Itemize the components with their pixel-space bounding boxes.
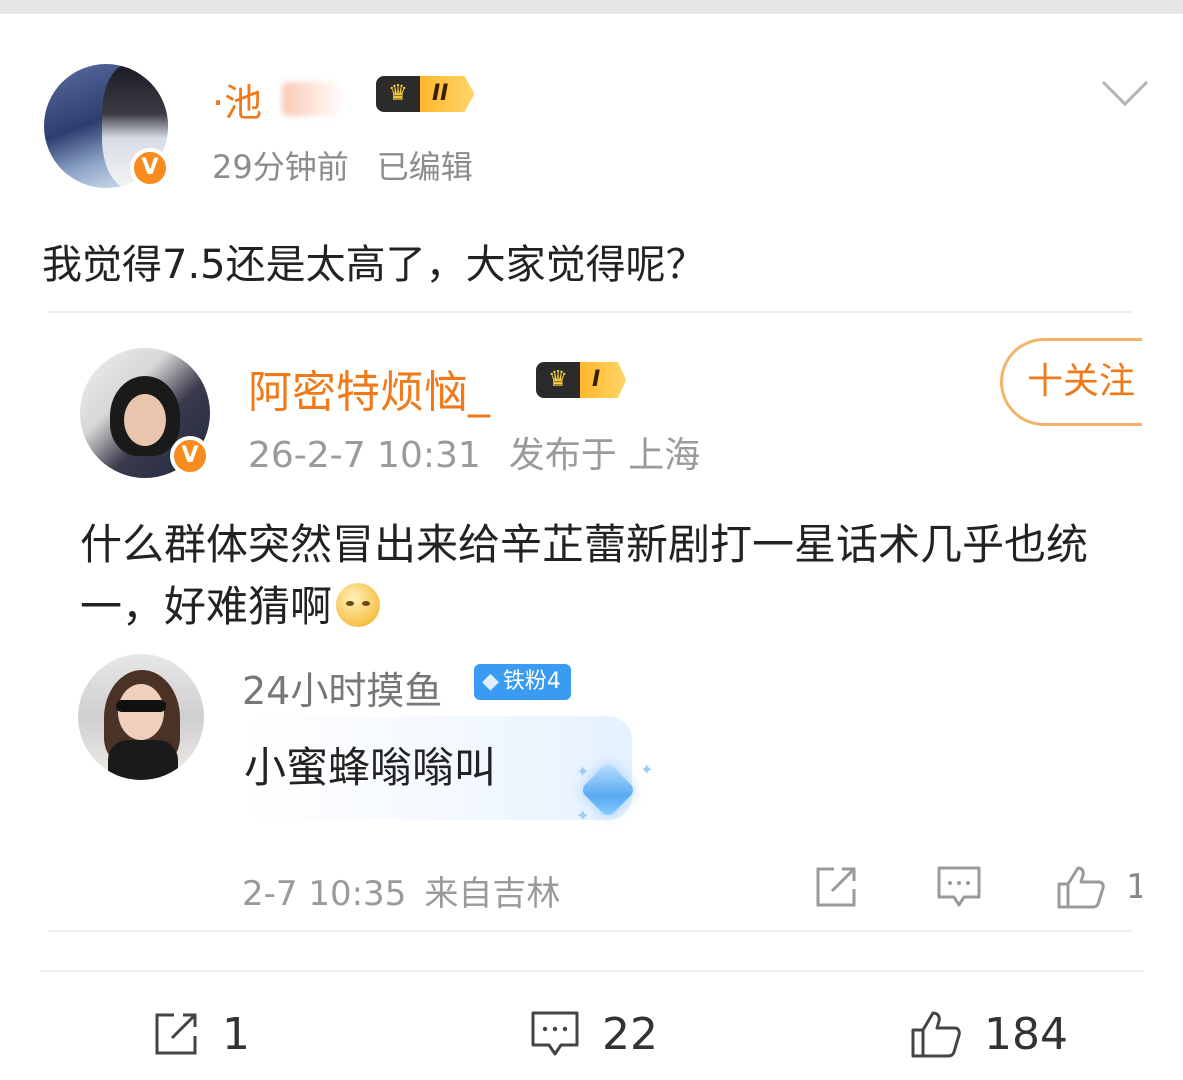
top-status-strip xyxy=(0,0,1183,14)
like-icon xyxy=(1057,866,1105,909)
sparkle-icon: ✦ xyxy=(576,806,590,825)
divider xyxy=(48,930,1132,932)
comment-button[interactable]: 22 xyxy=(530,1006,658,1062)
reply-author-name[interactable]: 24小时摸鱼 xyxy=(242,660,442,715)
embedded-level-badge[interactable]: ♛ I xyxy=(536,362,627,398)
sparkle-icon: ✦ xyxy=(640,760,654,779)
post-meta: 29分钟前 已编辑 xyxy=(212,142,473,188)
comment-count: 22 xyxy=(602,1008,658,1060)
repost-icon xyxy=(155,1013,197,1055)
embedded-post-text: 什么群体突然冒出来给辛芷蕾新剧打一星话术几乎也统一，好难猜啊 xyxy=(80,520,1089,631)
fan-level-badge: ◆ 铁粉4 xyxy=(474,664,571,700)
reply-time: 2-7 10:35 xyxy=(242,874,407,914)
repost-button[interactable]: 1 xyxy=(152,1006,250,1062)
divider xyxy=(48,311,1132,313)
diamond-icon: ◆ xyxy=(482,669,499,694)
embedded-location: 发布于 上海 xyxy=(508,435,701,476)
comment-icon xyxy=(937,866,981,907)
emoji-icon xyxy=(336,583,381,627)
member-level-badge[interactable]: ♛ II xyxy=(376,76,475,112)
reply-text: 小蜜蜂嗡嗡叫 xyxy=(244,743,497,792)
sparkle-icon: ✦ xyxy=(576,762,590,781)
post-time: 29分钟前 xyxy=(212,148,349,186)
screenshot-crop-edge xyxy=(1142,300,1183,940)
name-redaction-blur xyxy=(282,82,344,116)
author-name[interactable]: ·池 xyxy=(212,72,262,127)
crown-icon: ♛ xyxy=(376,76,420,112)
chevron-down-icon[interactable] xyxy=(1100,78,1150,108)
reply-meta: 2-7 10:35 来自吉林 xyxy=(242,866,560,915)
embedded-author-name[interactable]: 阿密特烦恼_ xyxy=(248,356,490,420)
reply-location: 来自吉林 xyxy=(424,874,561,914)
edited-label[interactable]: 已编辑 xyxy=(377,148,473,186)
post-text: 我觉得7.5还是太高了，大家觉得呢？ xyxy=(42,242,706,288)
divider xyxy=(40,970,1144,972)
reply-repost-button[interactable] xyxy=(814,862,858,912)
reply-like-button[interactable]: 1 xyxy=(1056,862,1148,912)
embedded-date: 26-2-7 10:31 xyxy=(248,435,481,476)
like-icon xyxy=(911,1011,961,1058)
repost-count: 1 xyxy=(222,1008,250,1060)
embedded-meta: 26-2-7 10:31 发布于 上海 xyxy=(248,426,700,478)
comment-icon xyxy=(531,1011,579,1056)
repost-icon xyxy=(816,867,856,907)
like-button[interactable]: 184 xyxy=(910,1006,1068,1062)
verified-badge: V xyxy=(130,148,170,188)
reply-author-avatar[interactable] xyxy=(78,654,204,780)
crown-icon: ♛ xyxy=(536,362,580,398)
embedded-verified-badge: V xyxy=(170,436,210,476)
like-count: 184 xyxy=(984,1008,1068,1060)
reply-comment-button[interactable] xyxy=(936,862,982,912)
